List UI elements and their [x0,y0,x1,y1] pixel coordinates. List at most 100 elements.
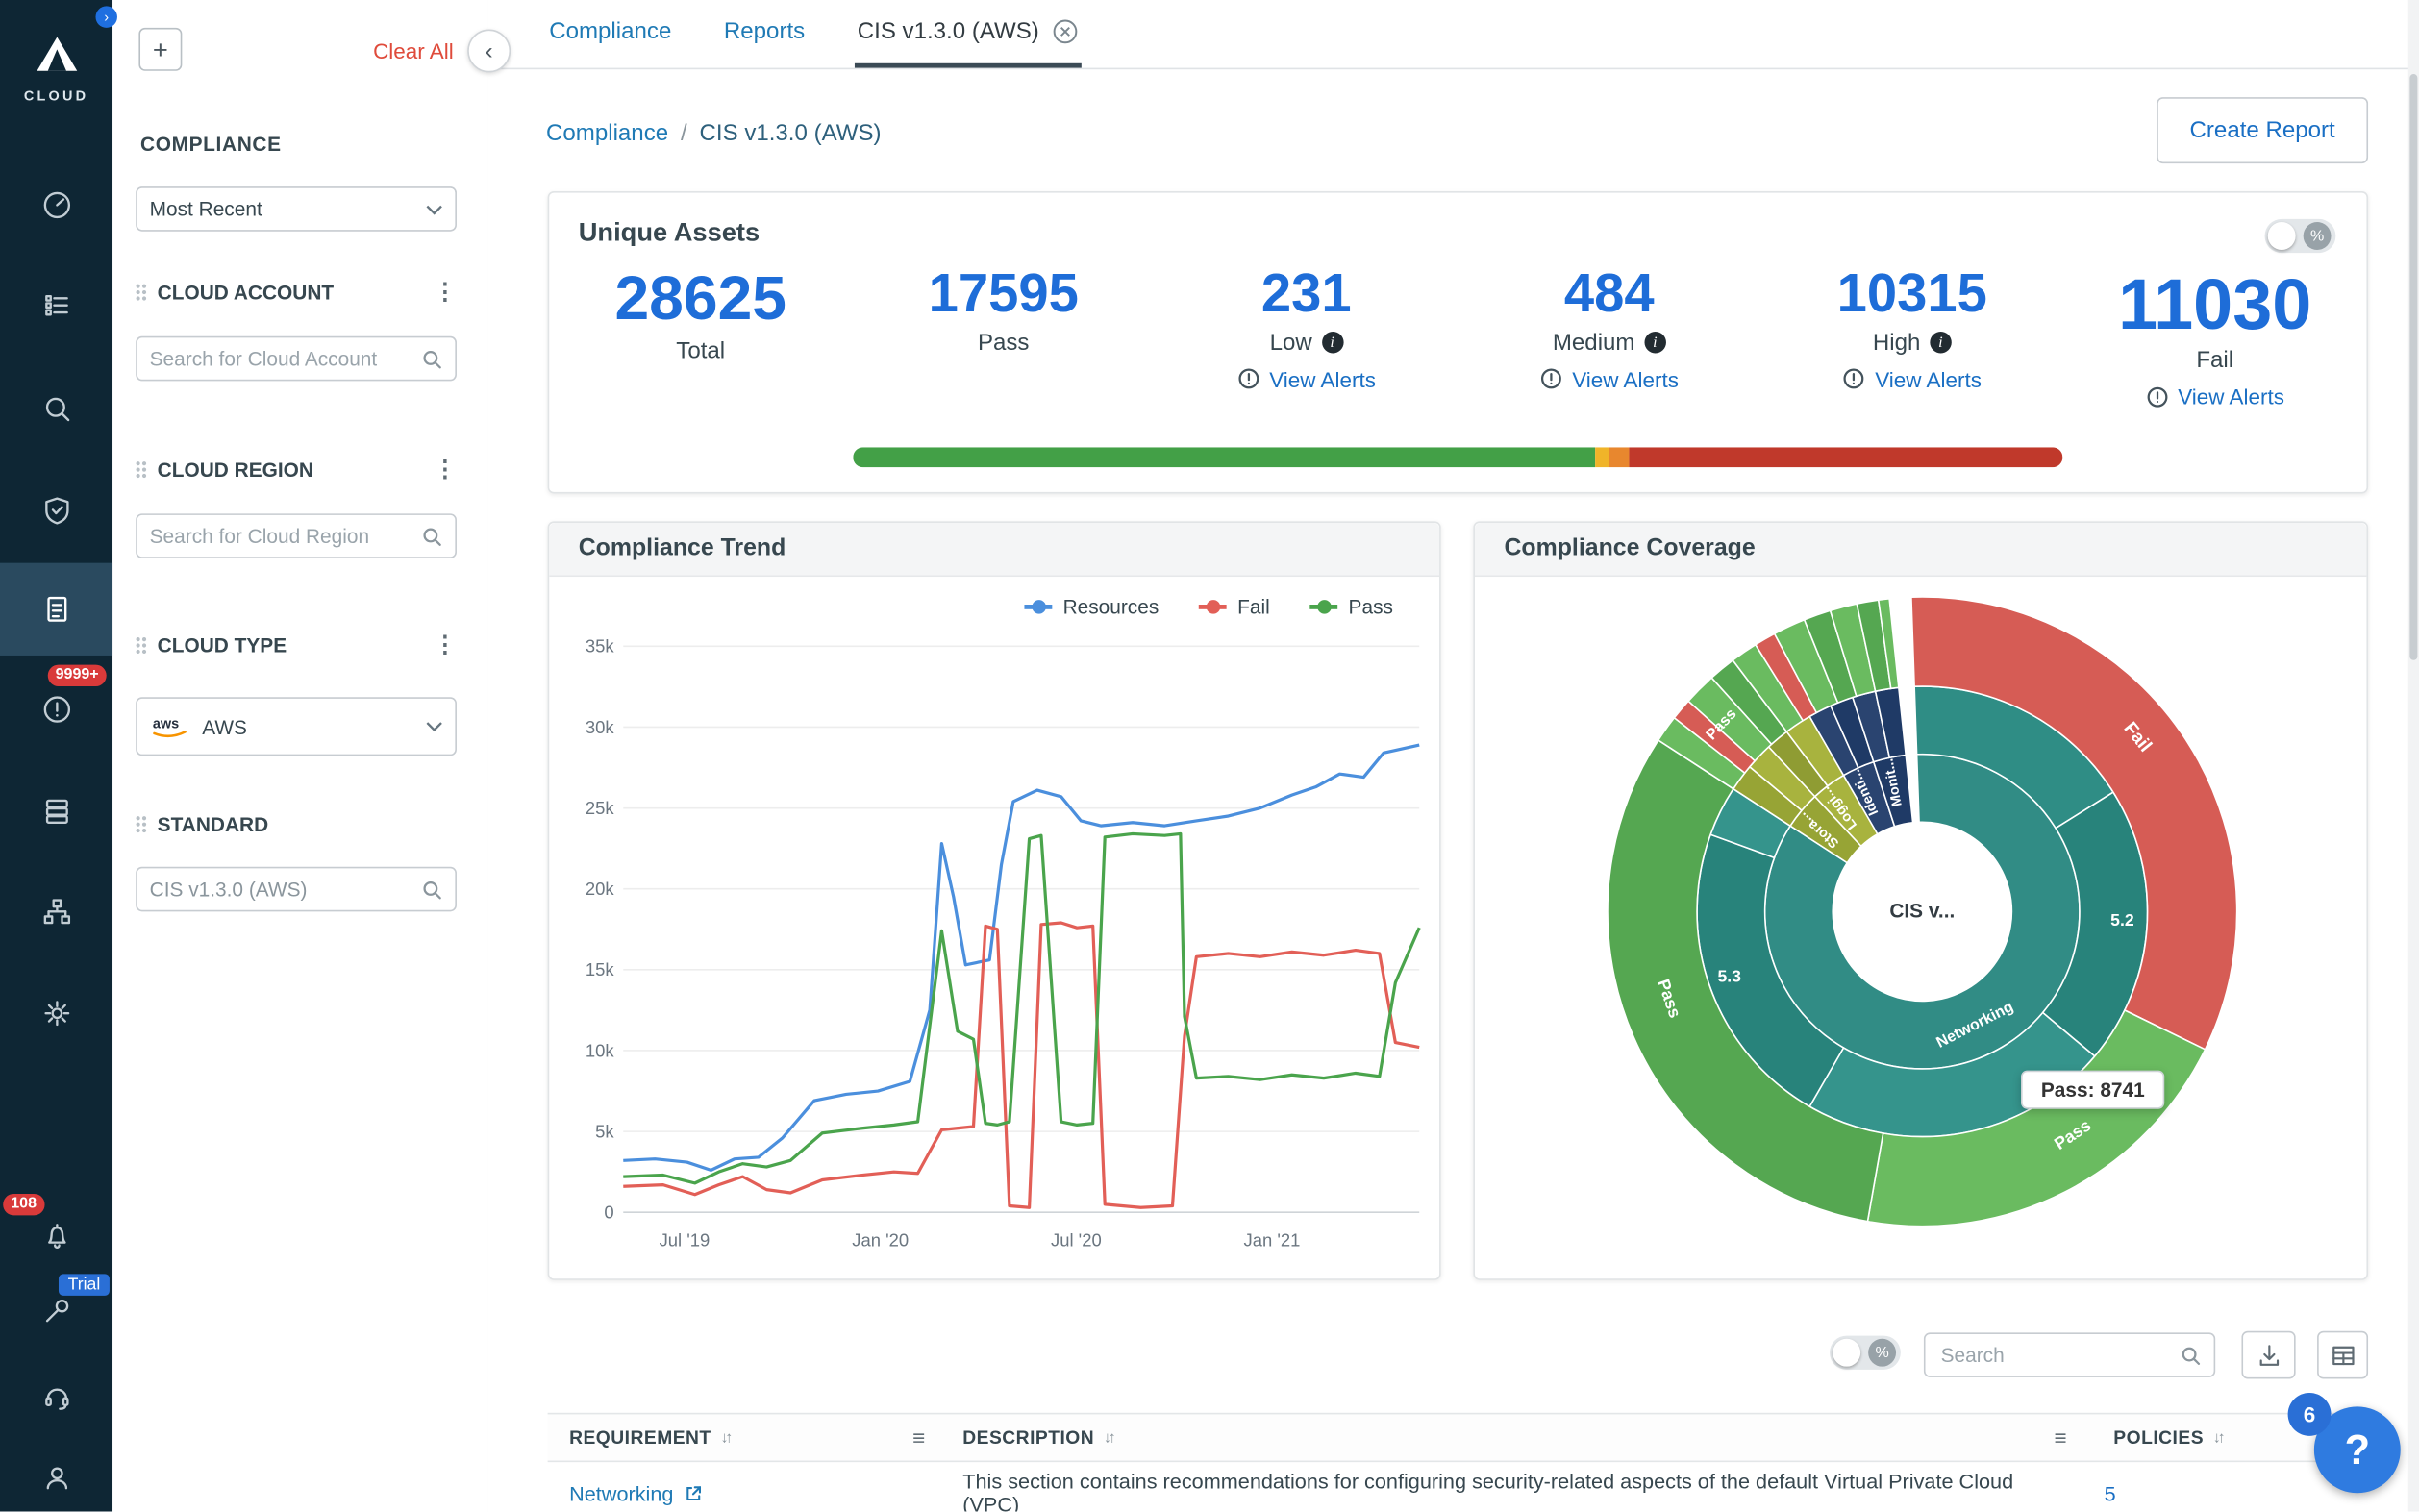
sidebar-item-inventory[interactable] [0,283,112,329]
svg-text:20k: 20k [586,879,615,899]
cloud-type-value: AWS [202,715,416,738]
add-filter-button[interactable]: + [138,28,182,71]
sidebar-item-compliance-active[interactable] [0,563,112,656]
table-header-row: REQUIREMENT ↓↑ ≡ DESCRIPTION ↓↑ ≡ POLICI… [548,1413,2368,1462]
legend-item-pass[interactable]: Pass [1309,595,1392,618]
gauge-icon [39,188,73,222]
view-alerts-link[interactable]: View Alerts [1843,366,1982,391]
requirement-description: This section contains recommendations fo… [941,1470,2082,1511]
cloud-region-search-input[interactable] [150,525,412,548]
sort-icon[interactable]: ↓↑ [720,1429,730,1447]
drag-handle-icon[interactable] [136,284,146,301]
user-icon [39,1461,73,1495]
sidebar-item-network[interactable] [0,888,112,934]
aws-logo-icon: aws [150,712,190,740]
stat-value: 484 [1564,267,1655,324]
percent-toggle[interactable]: % [2265,219,2336,253]
search-icon [2180,1344,2201,1365]
table-percent-toggle[interactable]: % [1830,1336,1901,1370]
breadcrumb-separator: / [681,120,687,146]
chevron-right-icon: › [104,10,109,25]
cloud-type-select[interactable]: aws AWS [136,697,457,756]
column-header-description[interactable]: DESCRIPTION ↓↑ ≡ [941,1425,2082,1450]
sidebar-item-account[interactable] [0,1454,112,1500]
breadcrumb-parent[interactable]: Compliance [546,120,668,146]
policies-count-link[interactable]: 5 [2105,1481,2116,1504]
trend-line-chart[interactable]: 35k30k25k20k15k10k5k0Jul '19Jan '20Jul '… [561,618,1430,1266]
drag-handle-icon[interactable] [136,461,146,479]
sidebar-item-notifications[interactable]: 108 [0,1212,112,1258]
tab-cis-v130-aws[interactable]: CIS v1.3.0 (AWS) [855,0,1082,68]
view-alerts-link[interactable]: View Alerts [2146,384,2284,409]
sidebar-item-data[interactable] [0,788,112,834]
stat-label: Low [1270,330,1312,356]
info-icon[interactable]: i [1644,332,1665,353]
create-report-button[interactable]: Create Report [2157,97,2368,163]
scrollbar-thumb[interactable] [2409,74,2417,660]
unique-assets-card: Unique Assets % 28625 Totali 17595 Passi… [548,191,2368,493]
logo-triangle-icon [33,34,79,74]
filter-panel: + Clear All COMPLIANCE Most Recent CLOUD… [112,0,489,1511]
svg-text:aws: aws [153,716,179,731]
kebab-menu-icon[interactable]: ⋮ [434,285,457,300]
column-menu-icon[interactable]: ≡ [912,1425,926,1450]
app-logo[interactable]: CLOUD [0,34,112,103]
trial-badge: Trial [59,1274,110,1295]
cloud-account-search[interactable] [136,336,457,382]
info-icon[interactable]: i [1321,332,1342,353]
sidebar-item-investigate[interactable] [0,385,112,432]
coverage-sunburst-chart[interactable]: FailPassPassPass5.25.3NetworkingMonit...… [1475,576,2370,1282]
sort-icon[interactable]: ↓↑ [2213,1429,2223,1447]
view-alerts-link[interactable]: View Alerts [1540,366,1679,391]
sidebar-item-dashboard[interactable] [0,182,112,228]
sidebar-item-defend[interactable] [0,487,112,533]
legend-item-fail[interactable]: Fail [1199,595,1270,618]
clear-all-filters-link[interactable]: Clear All [373,38,454,63]
requirement-link[interactable]: Networking [569,1481,926,1504]
column-settings-button[interactable] [2317,1331,2368,1379]
tab-close-icon[interactable] [1052,18,1078,44]
stat-label: Fail [2196,348,2233,374]
stat-high: 10315 Highi View Alerts [1760,267,2063,409]
legend-item-resources[interactable]: Resources [1024,595,1159,618]
sort-icon[interactable]: ↓↑ [1104,1429,1113,1447]
cloud-region-search[interactable] [136,513,457,558]
collapse-filter-panel-button[interactable]: ‹ [467,29,511,72]
sort-order-value: Most Recent [150,197,417,220]
download-button[interactable] [2241,1331,2295,1379]
sidebar-item-alerts[interactable]: 9999+ [0,686,112,732]
kebab-menu-icon[interactable]: ⋮ [434,637,457,653]
main-content: ‹ Compliance Reports CIS v1.3.0 (AWS) Co… [487,0,2419,1511]
breadcrumb-current[interactable]: CIS v1.3.0 (AWS) [700,120,882,146]
standard-search-input[interactable] [150,878,412,901]
svg-text:5k: 5k [595,1122,614,1142]
legend-marker [1024,605,1052,609]
table-search[interactable] [1924,1332,2215,1377]
svg-text:5.2: 5.2 [2110,910,2134,930]
standard-search[interactable] [136,867,457,912]
gear-icon [39,997,73,1030]
sort-order-select[interactable]: Most Recent [136,186,457,232]
filter-group-standard: STANDARD [136,813,457,836]
tab-compliance[interactable]: Compliance [546,0,675,68]
cloud-account-search-input[interactable] [150,347,412,370]
tab-reports[interactable]: Reports [721,0,809,68]
table-search-input[interactable] [1937,1342,2170,1368]
drag-handle-icon[interactable] [136,816,146,833]
kebab-menu-icon[interactable]: ⋮ [434,462,457,478]
sitemap-icon [39,895,73,929]
table-grid-icon [2329,1341,2357,1369]
column-header-requirement[interactable]: REQUIREMENT ↓↑ ≡ [548,1425,941,1450]
stat-value: 231 [1261,267,1352,324]
sidebar-item-settings[interactable] [0,990,112,1036]
drag-handle-icon[interactable] [136,637,146,655]
sidebar-item-support[interactable] [0,1375,112,1421]
sidebar-expand-toggle[interactable]: › [95,6,116,27]
stat-value: 17595 [929,267,1079,324]
view-alerts-link[interactable]: View Alerts [1237,366,1376,391]
info-icon[interactable]: i [1930,332,1951,353]
stat-label: High [1873,330,1921,356]
bell-icon [39,1219,73,1252]
page-scrollbar[interactable] [2408,0,2419,1511]
column-menu-icon[interactable]: ≡ [2055,1425,2068,1450]
